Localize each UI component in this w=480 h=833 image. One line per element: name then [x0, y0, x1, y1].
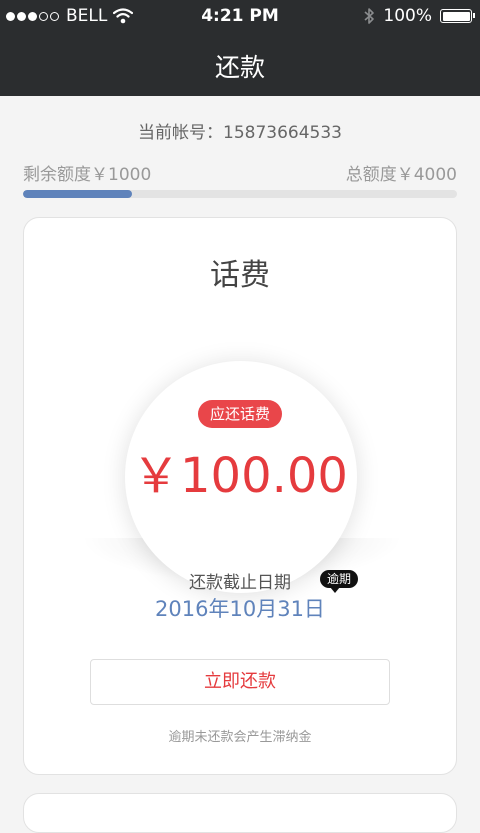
overdue-tag: 逾期: [320, 570, 358, 593]
quota-progress-fill: [23, 190, 132, 198]
repay-now-button[interactable]: 立即还款: [90, 659, 390, 705]
bill-card: 话费 应还话费 ￥100.00 还款截止日期 逾期 2016年10月31日 立即…: [23, 217, 457, 775]
battery-percent: 100%: [383, 6, 432, 26]
deadline-date: 2016年10月31日: [155, 597, 325, 621]
next-bill-card: [23, 793, 457, 833]
status-bar: BELL 4:21 PM 100%: [0, 0, 480, 32]
battery-icon: [440, 9, 475, 23]
quota-progress-bar: [23, 190, 457, 198]
bill-type-title: 话费: [210, 258, 270, 293]
deadline-label: 还款截止日期: [189, 573, 291, 593]
status-right: 100%: [363, 6, 475, 26]
late-fee-note: 逾期未还款会产生滞纳金: [168, 730, 312, 745]
page-title: 还款: [214, 53, 265, 82]
account-number: 当前帐号：15873664533: [138, 123, 342, 143]
nav-bar: 还款: [0, 32, 480, 96]
total-quota: 总额度￥4000: [345, 165, 457, 185]
amount-due-badge: 应还话费: [198, 400, 282, 428]
remaining-quota: 剩余额度￥1000: [23, 165, 152, 185]
amount-due-value: ￥100.00: [132, 448, 348, 504]
bluetooth-icon: [364, 8, 375, 24]
battery-level: [442, 11, 470, 21]
